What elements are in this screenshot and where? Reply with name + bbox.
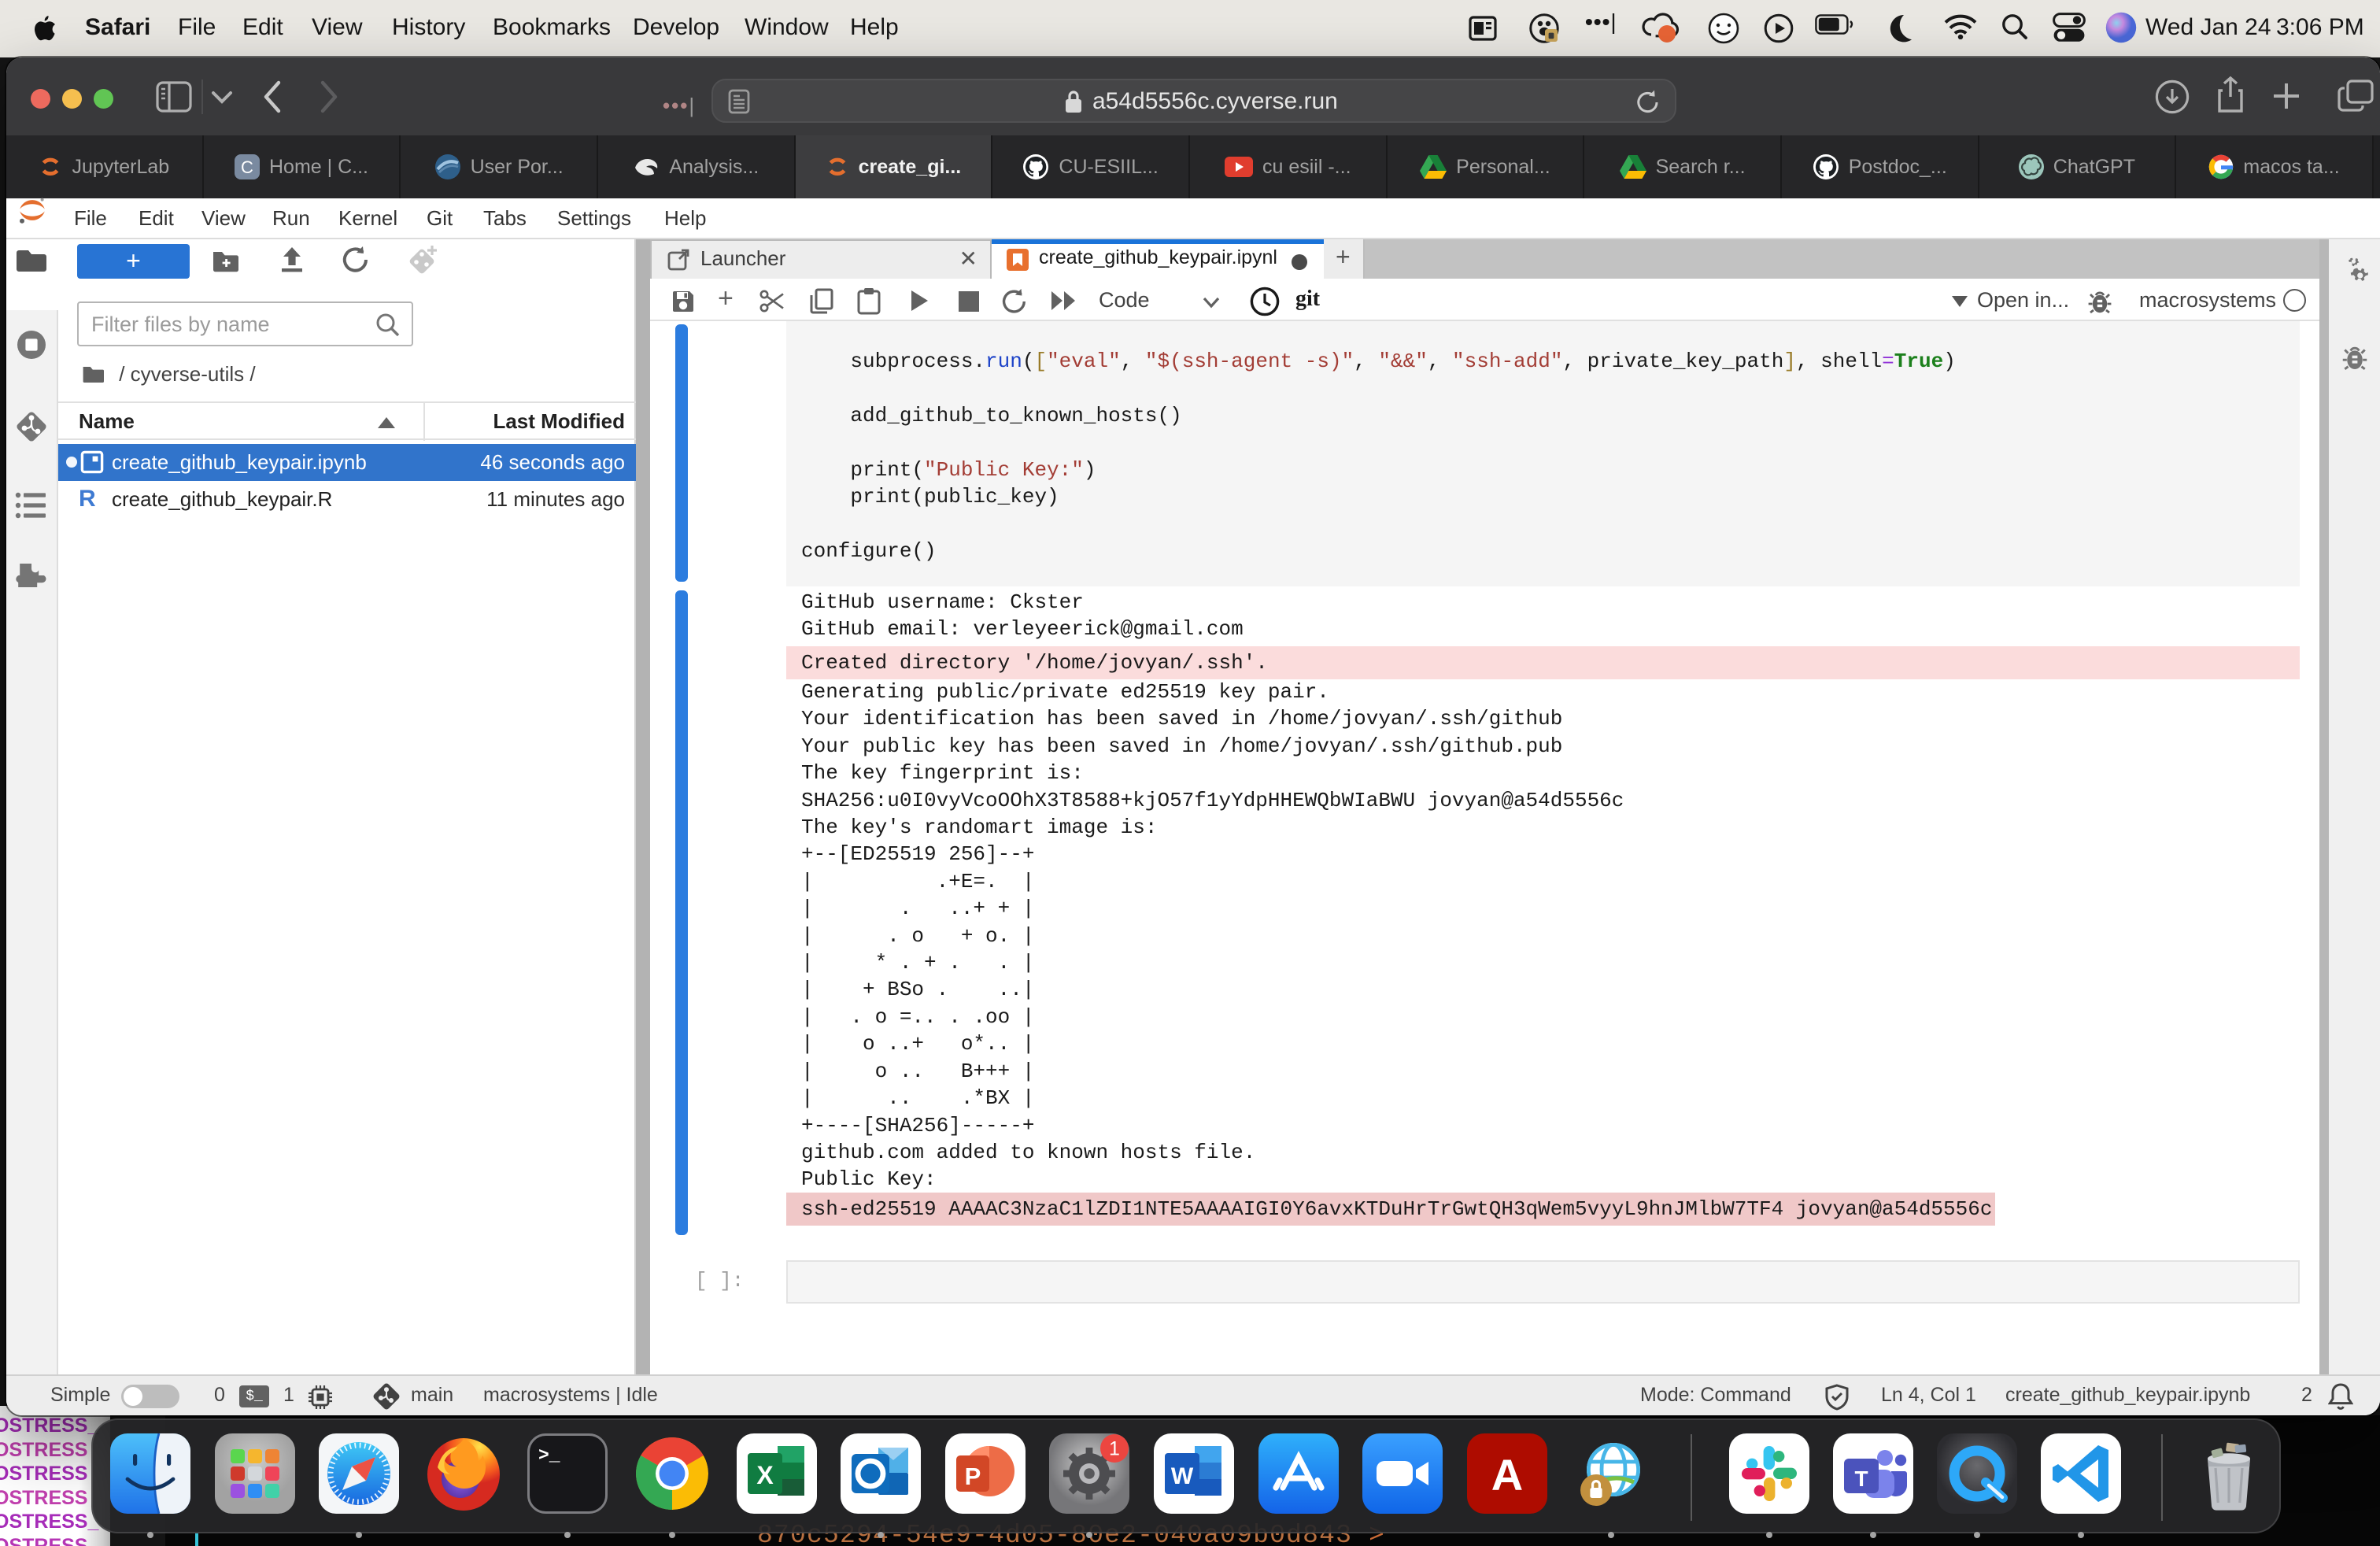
svg-text:>_: >_ [538, 1445, 560, 1466]
svg-text:P: P [964, 1463, 981, 1490]
svg-text:A: A [1491, 1450, 1523, 1500]
svg-text:X: X [756, 1461, 774, 1489]
svg-text:1: 1 [1109, 1438, 1120, 1460]
svg-text:C: C [241, 157, 253, 177]
svg-text:W: W [1171, 1463, 1194, 1489]
svg-text:T: T [1854, 1466, 1868, 1491]
